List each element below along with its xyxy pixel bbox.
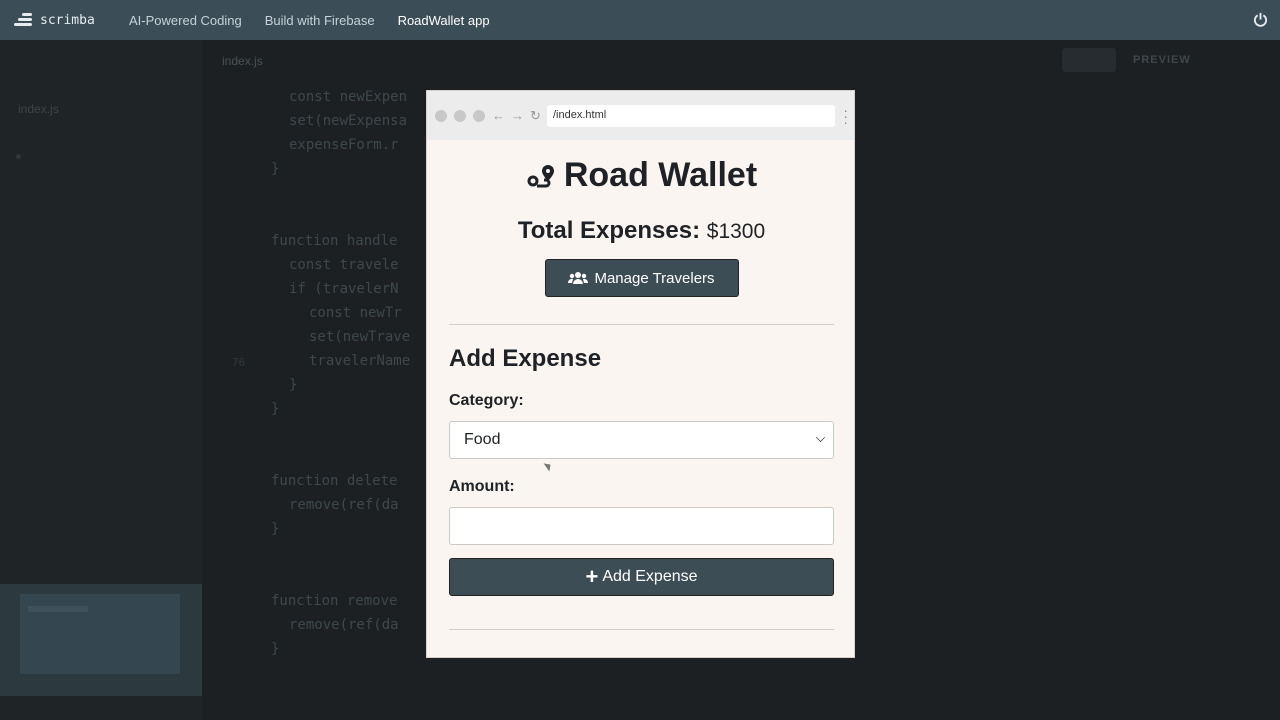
code-line: set(newExpensa <box>289 113 408 129</box>
scrimba-logo-icon <box>14 13 32 27</box>
forward-arrow-icon[interactable]: → <box>511 108 524 123</box>
instructor-video-thumbnail[interactable] <box>0 584 202 696</box>
category-selected-value: Food <box>464 431 501 448</box>
code-line: remove(ref(da <box>289 497 399 513</box>
manage-travelers-label: Manage Travelers <box>594 269 715 287</box>
window-close-dot[interactable] <box>435 109 447 122</box>
code-line: function delete <box>271 473 398 489</box>
file-dot-icon <box>16 154 21 159</box>
total-expenses-value: $1300 <box>706 220 766 243</box>
back-arrow-icon[interactable]: ← <box>492 108 505 123</box>
window-maximize-dot[interactable] <box>473 109 485 122</box>
power-icon[interactable] <box>1253 12 1268 27</box>
breadcrumb-lesson[interactable]: RoadWallet app <box>398 13 490 28</box>
divider <box>449 629 834 630</box>
editor-tab[interactable]: index.js <box>222 54 263 68</box>
code-line: expenseForm.r <box>289 137 399 153</box>
code-line: } <box>289 377 298 393</box>
app-title: Road Wallet <box>563 156 758 194</box>
code-line: travelerName <box>309 353 411 369</box>
add-expense-heading: Add Expense <box>449 345 602 372</box>
scrimba-logo[interactable]: scrimba <box>14 13 106 28</box>
code-line: } <box>271 521 280 537</box>
breadcrumb-course[interactable]: AI-Powered Coding <box>129 13 242 28</box>
code-line: set(newTrave <box>309 329 411 345</box>
breadcrumb-module[interactable]: Build with Firebase <box>265 13 375 28</box>
code-line: } <box>271 401 280 417</box>
run-button[interactable] <box>1062 48 1116 72</box>
total-expenses-label: Total Expenses: <box>517 217 701 244</box>
add-expense-button[interactable]: + Add Expense <box>449 558 834 596</box>
browser-menu-icon[interactable]: · · · <box>843 103 848 129</box>
total-expenses: Total Expenses: $1300 <box>449 217 834 245</box>
top-navigation-bar: scrimba AI-Powered Coding Build with Fir… <box>0 0 1280 40</box>
line-number: 76 <box>232 356 246 369</box>
add-expense-label: Add Expense <box>602 568 698 585</box>
users-icon <box>568 272 589 284</box>
preview-label[interactable]: PREVIEW <box>1133 54 1191 66</box>
plus-icon: + <box>585 564 599 589</box>
code-line: if (travelerN <box>289 281 399 297</box>
category-select[interactable]: Food <box>449 421 834 459</box>
app-header: Road Wallet <box>449 156 834 195</box>
code-line: remove(ref(da <box>289 617 399 633</box>
browser-toolbar: ← → ↻ /index.html · · · <box>427 91 854 140</box>
amount-label: Amount: <box>449 478 515 495</box>
window-minimize-dot[interactable] <box>454 109 466 122</box>
url-bar[interactable]: /index.html <box>547 105 835 127</box>
app-content: Road Wallet Total Expenses: $1300 Manage… <box>449 140 834 630</box>
code-line: const newExpen <box>289 89 408 105</box>
file-tree-item[interactable]: index.js <box>18 102 59 116</box>
divider <box>449 324 834 325</box>
code-line: function handle <box>271 233 398 249</box>
route-icon <box>527 164 554 187</box>
chevron-down-icon <box>816 433 825 442</box>
logo-text: scrimba <box>40 12 95 28</box>
preview-window: ← → ↻ /index.html · · · Road Wallet Total … <box>426 90 855 658</box>
code-line: } <box>271 641 280 657</box>
category-label: Category: <box>449 392 524 409</box>
code-line: function remove <box>271 593 398 609</box>
code-line: const travele <box>289 257 399 273</box>
code-line: const newTr <box>309 305 402 321</box>
amount-input[interactable] <box>449 507 834 545</box>
code-line: } <box>271 161 280 177</box>
reload-icon[interactable]: ↻ <box>530 108 541 124</box>
manage-travelers-button[interactable]: Manage Travelers <box>544 259 739 297</box>
